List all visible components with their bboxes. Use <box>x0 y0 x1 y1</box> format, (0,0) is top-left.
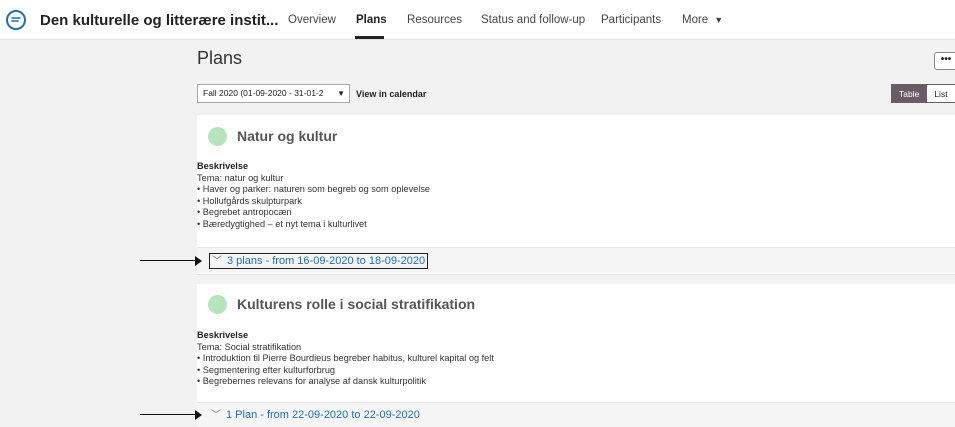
plans-link-label: 1 Plan - from 22-09-2020 to 22-09-2020 <box>226 409 420 421</box>
plan-card: Kulturens rolle i social stratifikation … <box>197 284 955 427</box>
page-title: Plans <box>197 48 243 68</box>
arrow-shaft <box>140 414 195 415</box>
tab-status-and-follow-up[interactable]: Status and follow-up <box>481 14 585 26</box>
expand-plans-link[interactable]: ﹀ 3 plans - from 16-09-2020 to 18-09-2020 <box>209 253 429 269</box>
period-select[interactable]: Fall 2020 (01-09-2020 - 31-01-2 ▼ <box>197 84 350 103</box>
more-options-button[interactable]: ••• <box>934 52 955 70</box>
table-view-button[interactable]: Table <box>891 84 928 103</box>
view-toggle: Table List <box>891 84 955 103</box>
description-label: Beskrivelse <box>197 330 249 340</box>
card-description: Beskrivelse Tema: natur og kultur • Have… <box>197 161 430 231</box>
card-title: Kulturens rolle i social stratifikation <box>237 296 476 312</box>
card-footer: ﹀ 3 plans - from 16-09-2020 to 18-09-2020 <box>197 247 955 273</box>
tab-plans[interactable]: Plans <box>356 14 387 26</box>
chevron-down-icon: ﹀ <box>212 256 222 267</box>
tab-more-label: More <box>682 14 709 26</box>
annotation-arrow <box>140 256 202 266</box>
tab-resources[interactable]: Resources <box>407 14 462 26</box>
description-line: • Begrebernes relevans for analyse af da… <box>197 376 426 387</box>
description-line: • Introduktion til Pierre Bourdieus begr… <box>197 353 494 364</box>
status-dot <box>208 127 227 146</box>
tab-more[interactable]: More ▼ <box>682 14 723 26</box>
period-select-value: Fall 2020 (01-09-2020 - 31-01-2 <box>203 88 324 98</box>
tab-participants[interactable]: Participants <box>601 14 661 26</box>
status-dot <box>208 295 227 314</box>
description-line: • Haver og parker: naturen som begreb og… <box>197 184 431 195</box>
description-line: • Bæredygtighed – et nyt tema i kulturli… <box>197 218 367 229</box>
plans-link-label: 3 plans - from 16-09-2020 to 18-09-2020 <box>227 255 426 267</box>
card-title: Natur og kultur <box>237 128 338 144</box>
description-line: • Begrebet antropocæn <box>197 207 292 218</box>
main-nav: Overview Plans Resources Status and foll… <box>0 0 955 40</box>
description-line: • Segmentering efter kulturforbrug <box>197 364 336 375</box>
chevron-down-icon: ▼ <box>714 15 724 25</box>
plan-card: Natur og kultur Beskrivelse Tema: natur … <box>197 115 955 275</box>
chevron-down-icon: ﹀ <box>211 410 221 421</box>
description-label: Beskrivelse <box>197 161 249 171</box>
description-line: • Hollufgårds skulpturpark <box>197 195 302 206</box>
arrow-head <box>195 256 202 266</box>
arrow-head <box>195 410 202 420</box>
top-bar: Den kulturelle og litterære instit... Ov… <box>0 0 955 40</box>
card-footer: ﹀ 1 Plan - from 22-09-2020 to 22-09-2020 <box>197 402 955 427</box>
active-tab-indicator <box>355 36 384 39</box>
annotation-arrow <box>140 410 202 420</box>
arrow-shaft <box>140 260 195 261</box>
view-in-calendar-link[interactable]: View in calendar <box>356 89 426 99</box>
tab-overview[interactable]: Overview <box>288 14 336 26</box>
expand-plans-link[interactable]: ﹀ 1 Plan - from 22-09-2020 to 22-09-2020 <box>209 408 422 424</box>
card-description: Beskrivelse Tema: Social stratifikation … <box>197 330 494 388</box>
description-line: Tema: Social stratifikation <box>197 341 302 352</box>
description-line: Tema: natur og kultur <box>197 172 284 183</box>
list-view-button[interactable]: List <box>927 84 955 103</box>
chevron-down-icon: ▼ <box>337 89 345 98</box>
